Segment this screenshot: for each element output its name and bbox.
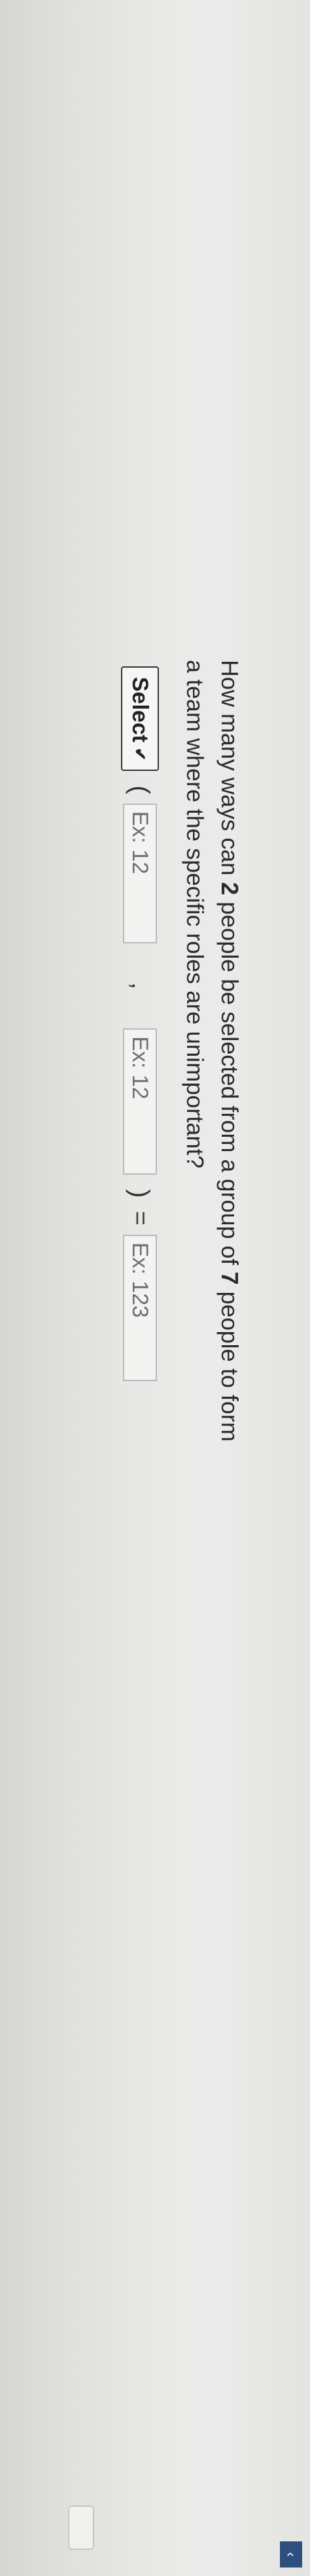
- question-stage: How many ways can 2 people be selected f…: [0, 0, 310, 2576]
- group-size: 7: [216, 1271, 243, 1285]
- nav-box-icon[interactable]: [68, 2505, 94, 2550]
- question-part1: How many ways can: [216, 660, 243, 883]
- question-text: How many ways can 2 people be selected f…: [178, 660, 247, 1444]
- close-paren: ): [126, 1189, 155, 1198]
- formula-select[interactable]: Select ✔: [121, 666, 159, 772]
- chevron-down-icon: ✔: [131, 747, 149, 761]
- comma: ,: [126, 982, 154, 990]
- r-input[interactable]: Ex: 12: [123, 1028, 157, 1175]
- result-input-placeholder: Ex: 123: [128, 1242, 153, 1318]
- answer-row: Select ✔ ( Ex: 12 , Ex: 12 ) = Ex: 123: [119, 666, 161, 1381]
- chevron-icon[interactable]: ‹: [280, 2541, 302, 2568]
- result-input[interactable]: Ex: 123: [123, 1234, 157, 1381]
- n-input-placeholder: Ex: 12: [128, 811, 153, 875]
- equals-sign: =: [126, 1211, 154, 1226]
- n-input[interactable]: Ex: 12: [123, 803, 157, 943]
- question-part2: people be selected from a group of: [216, 895, 243, 1272]
- num-selected: 2: [216, 882, 243, 896]
- select-label: Select: [128, 677, 153, 743]
- r-input-placeholder: Ex: 12: [128, 1036, 153, 1100]
- open-paren: (: [126, 785, 155, 794]
